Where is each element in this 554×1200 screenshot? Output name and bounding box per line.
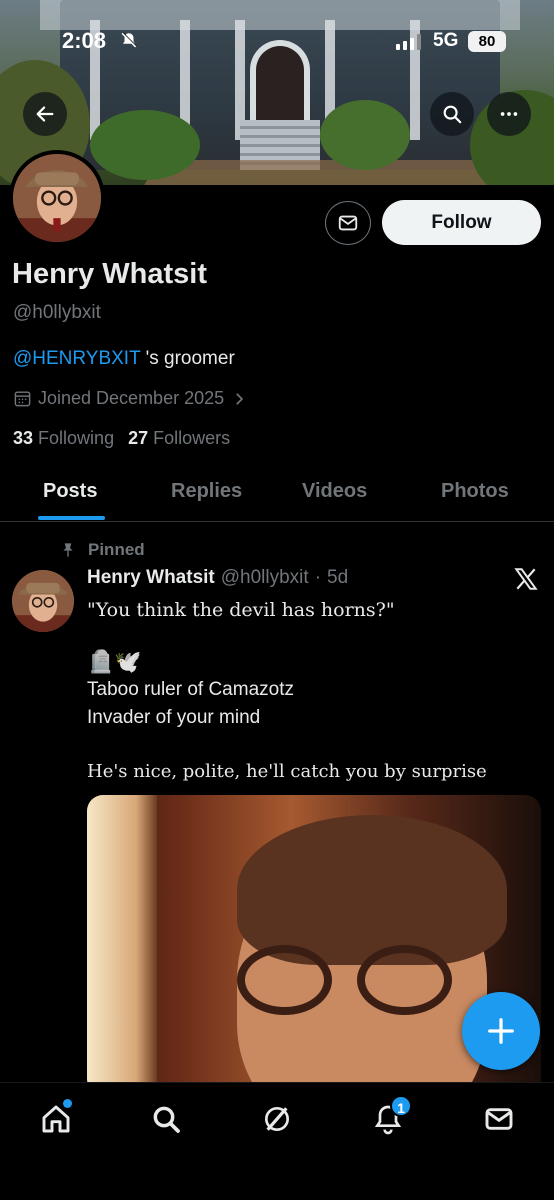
pinned-text: Pinned [88,540,145,559]
status-bar: 2:08 5G 80 [0,0,554,84]
banner-bush [320,100,410,170]
profile-name: Henry Whatsit [12,258,207,290]
pin-icon [63,543,73,557]
more-icon [500,112,518,116]
post-line: Invader of your mind [87,707,261,728]
joined-text: Joined December 2025 [38,388,225,408]
nav-home[interactable] [36,1099,76,1139]
active-tab-indicator [38,516,105,520]
message-button[interactable] [325,201,371,245]
network-type: 5G [433,30,459,51]
search-icon [153,1106,180,1133]
search-button[interactable] [430,92,474,136]
follow-button[interactable]: Follow [382,200,541,245]
media-window-light [87,795,157,1095]
following-link[interactable]: 33 Following [13,428,114,449]
pinned-label: Pinned [60,540,145,560]
status-time: 2:08 [62,28,107,53]
banner-bush [90,110,200,180]
following-count: 33 [13,428,34,448]
post-author-name[interactable]: Henry Whatsit [87,567,215,589]
battery-icon: 80 [468,31,506,52]
media-hair [237,815,507,965]
post-body: "You think the devil has horns?" 🪦🕊️ Tab… [87,596,537,786]
nav-messages[interactable] [479,1099,519,1139]
bell-muted-icon [120,31,138,49]
followers-count: 27 [128,428,149,448]
media-glasses [357,945,452,1015]
bio-mention-link[interactable]: @HENRYBXIT [13,348,140,369]
post-line: "You think the devil has horns?" [87,599,395,621]
post-line: He's nice, polite, he'll catch you by su… [87,761,487,782]
tab-photos[interactable]: Photos [441,480,509,503]
home-unread-dot [63,1099,72,1108]
profile-handle: @h0llybxit [13,302,101,323]
nav-grok[interactable] [257,1099,297,1139]
post-author-avatar[interactable] [12,570,74,632]
messages-icon [485,1108,513,1130]
profile-tabs: Posts Replies Videos Photos [0,466,554,522]
followers-label: Followers [153,428,231,448]
media-glasses [237,945,332,1015]
post-line: Taboo ruler of Camazotz [87,679,294,700]
plus-icon [488,1018,514,1044]
chevron-right-icon [236,392,244,405]
back-arrow-icon [36,106,54,122]
x-logo-icon[interactable] [513,566,539,592]
calendar-icon [14,391,31,407]
post-author-handle[interactable]: @h0llybxit [221,567,309,589]
followers-link[interactable]: 27 Followers [128,428,230,449]
tab-videos[interactable]: Videos [302,480,367,503]
nav-explore[interactable] [146,1099,186,1139]
search-icon [443,105,462,124]
compose-button[interactable] [462,992,540,1070]
bio-text: 's groomer [140,348,235,369]
following-label: Following [38,428,115,448]
profile-bio: @HENRYBXIT 's groomer [13,348,235,370]
mail-icon [338,215,358,231]
notifications-badge: 1 [390,1095,412,1117]
post-header: Henry Whatsit @h0llybxit · 5d [87,567,348,589]
grok-icon [265,1107,289,1131]
signal-icon [396,34,422,50]
post-separator: · [314,567,322,588]
profile-avatar[interactable] [9,150,105,246]
bottom-navigation: 1 [0,1082,554,1200]
post-emoji-line: 🪦🕊️ [87,649,142,674]
tab-replies[interactable]: Replies [171,480,242,503]
joined-date[interactable]: Joined December 2025 [13,388,248,409]
post-age: 5d [327,567,349,588]
back-button[interactable] [23,92,67,136]
more-button[interactable] [487,92,531,136]
nav-notifications[interactable]: 1 [368,1095,412,1139]
follow-counts: 33 Following 27 Followers [13,428,230,449]
tab-posts[interactable]: Posts [43,480,97,503]
